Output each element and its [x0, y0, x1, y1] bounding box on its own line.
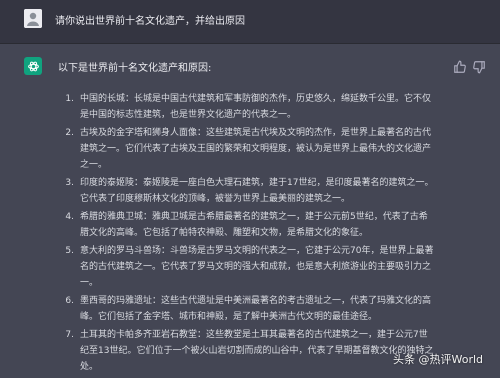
list-item-line: 古埃及的金字塔和狮身人面像：这些建筑是古代埃及文明的杰作，是世界上最著名的古代 [80, 128, 432, 138]
list-item-line: 土耳其的卡帕多齐亚岩石教堂：这些教堂是土耳其最著名的古代建筑之一，建于公元7世 [80, 330, 428, 340]
list-item-line: 腊文化的高峰。它包括了帕特农神殿、雕塑和文物，是希腊文化的象征。 [80, 228, 369, 238]
list-item: 6. 墨西哥的玛雅遗址：这些古代遗址是中美洲最著名的考古遗址之一，代表了玛雅文化… [58, 293, 488, 325]
thumbs-down-icon[interactable] [472, 59, 486, 74]
assistant-message-row: 以下是世界前十名文化遗产和原因: 1. 中国的长城：长城是中国古代建筑和军事防御… [0, 44, 500, 378]
list-item-line: 希腊的雅典卫城：雅典卫城是古希腊最著名的建筑之一，建于公元前5世纪，代表了古希 [80, 212, 428, 222]
list-item-line: 之一。 [80, 160, 108, 170]
list-item-number: 6. [65, 296, 74, 306]
user-message-text: 请你说出世界前十名文化遗产，并给出原因 [55, 16, 245, 27]
list-item: 3. 印度的泰姬陵：泰姬陵是一座白色大理石建筑，建于17世纪，是印度最著名的建筑… [58, 175, 488, 207]
list-item: 2. 古埃及的金字塔和狮身人面像：这些建筑是古代埃及文明的杰作，是世界上最著名的… [58, 125, 488, 173]
user-avatar [24, 9, 42, 28]
list-item-number: 4. [65, 212, 74, 222]
list-item: 5. 意大利的罗马斗兽场：斗兽场是古罗马文明的代表之一，它建于公元70年，是世界… [58, 243, 488, 291]
list-item: 1. 中国的长城：长城是中国古代建筑和军事防御的杰作，历史悠久，绵延数千公里。它… [58, 91, 488, 123]
list-item: 4. 希腊的雅典卫城：雅典卫城是古希腊最著名的建筑之一，建于公元前5世纪，代表了… [58, 209, 488, 241]
list-item-number: 3. [65, 178, 74, 188]
list-item-line: 中国的长城：长城是中国古代建筑和军事防御的杰作，历史悠久，绵延数千公里。它不仅 [80, 94, 432, 104]
toutiao-watermark: 头条 @热评World [393, 351, 483, 367]
list-item-line: 名的古代建筑之一。它代表了罗马文明的强大和成就，也是意大利旅游业的主要吸引力之 [80, 262, 432, 272]
chatgpt-logo-icon [24, 57, 42, 75]
list-item-number: 7. [65, 330, 74, 340]
list-item-line: 是中国的标志性建筑，也是世界文化遗产的代表之一。 [80, 110, 297, 120]
list-item-line: 意大利的罗马斗兽场：斗兽场是古罗马文明的代表之一，它建于公元70年，是世界上最著 [80, 246, 434, 256]
heritage-list: 1. 中国的长城：长城是中国古代建筑和军事防御的杰作，历史悠久，绵延数千公里。它… [58, 91, 488, 375]
user-message-row: 请你说出世界前十名文化遗产，并给出原因 [0, 0, 500, 44]
list-item-line: 墨西哥的玛雅遗址：这些古代遗址是中美洲最著名的考古遗址之一，代表了玛雅文化的高 [80, 296, 432, 306]
list-item-line: 印度的泰姬陵：泰姬陵是一座白色大理石建筑，建于17世纪，是印度最著名的建筑之一。 [80, 178, 434, 188]
list-item-number: 1. [65, 94, 74, 104]
list-item-line: 它代表了印度穆斯林文化的顶峰，被誉为世界上最美丽的建筑之一。 [80, 194, 351, 204]
list-item-line: 建筑之一。它们代表了古埃及王国的繁荣和文明程度，被认为是世界上最伟大的文化遗产 [80, 144, 432, 154]
list-item-line: 一。 [80, 278, 99, 288]
thumbs-up-icon[interactable] [453, 59, 467, 73]
list-item-number: 5. [65, 246, 74, 256]
list-item-number: 2. [65, 128, 74, 138]
assistant-intro-text: 以下是世界前十名文化遗产和原因: [58, 63, 212, 74]
list-item-line: 峰。它们包括了金字塔、城市和神殿，是了解中美洲古代文明的最佳途径。 [80, 312, 378, 322]
watermark-text: 头条 @热评World [393, 353, 484, 366]
